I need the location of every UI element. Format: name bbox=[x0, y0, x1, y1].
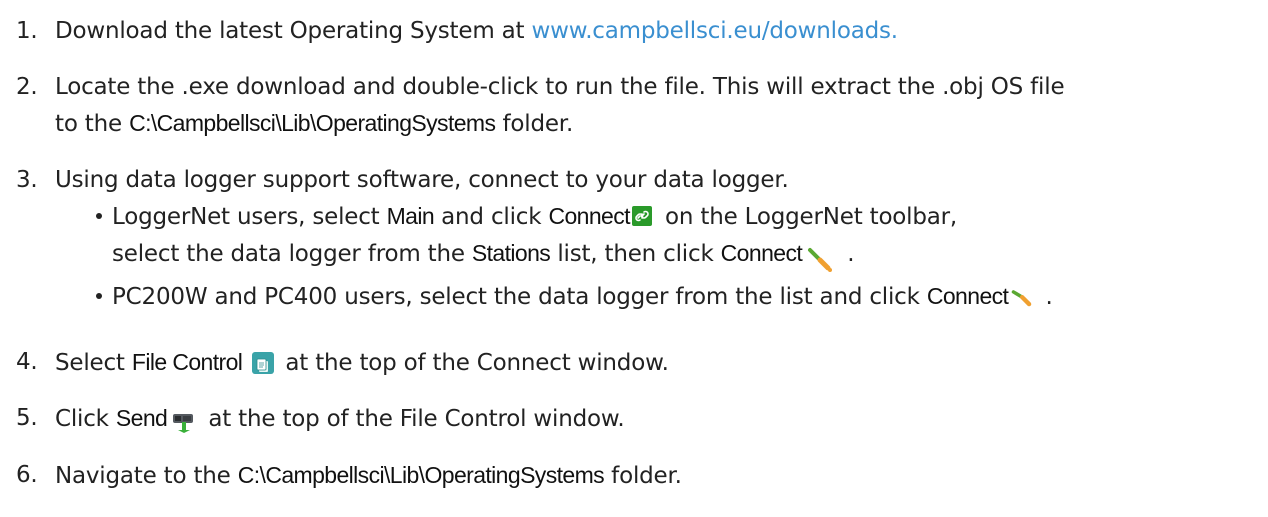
text: Click bbox=[55, 406, 116, 432]
step-text: Download the latest Operating System at … bbox=[55, 13, 1260, 49]
text: Select bbox=[55, 350, 132, 376]
text: folder. bbox=[604, 463, 682, 489]
step-1-text: Download the latest Operating System at bbox=[55, 18, 532, 44]
loggernet-line-2: select the data logger from the Stations… bbox=[112, 235, 1256, 272]
step-number: 6. bbox=[16, 462, 38, 488]
connect-label: Connect bbox=[926, 283, 1009, 309]
step-number: 4. bbox=[16, 349, 38, 375]
file-control-icon bbox=[252, 351, 275, 374]
text: at the top of the Connect window. bbox=[278, 350, 669, 376]
step-2-suffix: folder. bbox=[495, 111, 574, 137]
stations-label: Stations bbox=[471, 240, 551, 266]
connect-label: Connect bbox=[548, 203, 630, 229]
text: PC200W and PC400 users, select the data … bbox=[112, 284, 927, 310]
list-item-loggernet: LoggerNet users, select Main and click C… bbox=[96, 198, 1256, 272]
loggernet-line-1: LoggerNet users, select Main and click C… bbox=[112, 198, 1256, 235]
connect-label: Connect bbox=[720, 240, 803, 266]
step-number: 1. bbox=[16, 18, 38, 44]
step-4-text: Select File Control at the top of the Co… bbox=[55, 344, 1260, 381]
bullet bbox=[96, 293, 102, 299]
step-number: 5. bbox=[16, 405, 38, 431]
pc200w-instructions: PC200W and PC400 users, select the data … bbox=[112, 278, 1256, 315]
text: . bbox=[840, 241, 855, 267]
text: select the data logger from the bbox=[112, 241, 472, 267]
main-label: Main bbox=[386, 203, 435, 229]
step-2-line-2: to the C:\Campbellsci\Lib\OperatingSyste… bbox=[55, 105, 1260, 142]
downloads-link[interactable]: www.campbellsci.eu/downloads. bbox=[531, 18, 898, 44]
step-3-sublist: LoggerNet users, select Main and click C… bbox=[96, 198, 1256, 315]
step-2-line-1: Locate the .exe download and double-clic… bbox=[55, 74, 1065, 100]
plug-icon bbox=[1010, 285, 1036, 311]
step-number: 3. bbox=[16, 167, 38, 193]
text: at the top of the File Control window. bbox=[201, 406, 625, 432]
step-2-prefix: to the bbox=[55, 111, 130, 137]
os-folder-path: C:\Campbellsci\Lib\OperatingSystems bbox=[237, 462, 605, 488]
plug-icon bbox=[806, 246, 836, 276]
send-label: Send bbox=[115, 405, 168, 431]
text: LoggerNet users, select bbox=[112, 204, 387, 230]
step-text: Locate the .exe download and double-clic… bbox=[55, 69, 1260, 142]
text: list, then click bbox=[550, 241, 721, 267]
text: . bbox=[1038, 284, 1053, 310]
text: on the LoggerNet toolbar, bbox=[657, 204, 958, 230]
link-icon bbox=[631, 205, 652, 226]
bullet bbox=[96, 213, 102, 219]
step-3-text: Using data logger support software, conn… bbox=[55, 167, 789, 193]
os-folder-path: C:\Campbellsci\Lib\OperatingSystems bbox=[129, 110, 496, 136]
step-6-text: Navigate to the C:\Campbellsci\Lib\Opera… bbox=[55, 457, 1260, 494]
file-control-label: File Control bbox=[131, 349, 243, 375]
send-icon bbox=[171, 408, 197, 433]
step-5-text: Click Send at the top of the File Contro… bbox=[55, 400, 1260, 437]
text: Navigate to the bbox=[55, 463, 238, 489]
list-item-pc200w: PC200W and PC400 users, select the data … bbox=[96, 278, 1256, 315]
text: and click bbox=[434, 204, 549, 230]
step-number: 2. bbox=[16, 74, 38, 100]
loggernet-instructions: LoggerNet users, select Main and click C… bbox=[112, 198, 1256, 272]
